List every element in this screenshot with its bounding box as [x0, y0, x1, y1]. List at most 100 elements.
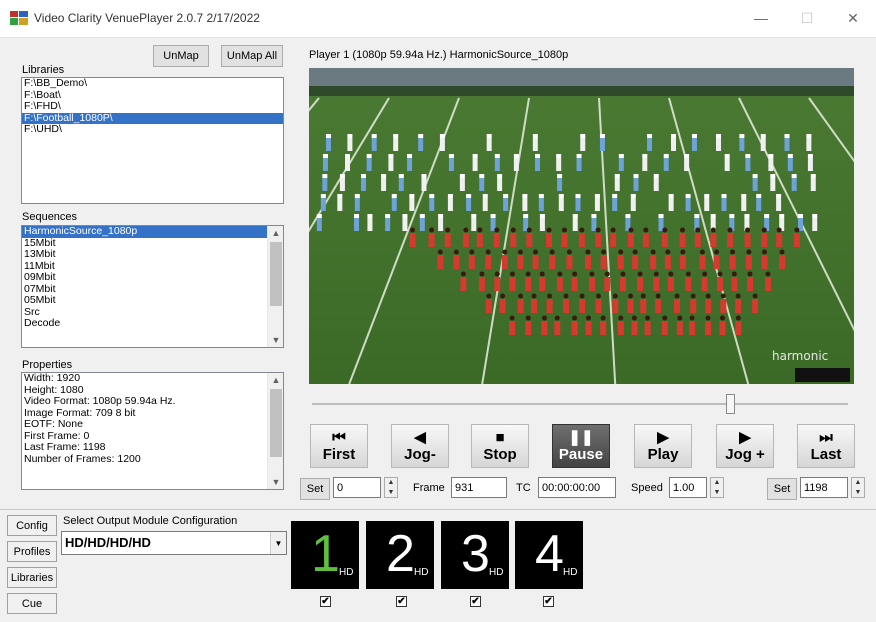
list-item[interactable]: Src	[22, 306, 283, 319]
scroll-down-icon[interactable]: ▼	[268, 333, 283, 347]
libraries-button[interactable]: Libraries	[7, 567, 57, 588]
speed-input[interactable]: 1.00	[669, 477, 707, 498]
cue-button[interactable]: Cue	[7, 593, 57, 614]
close-button[interactable]: ✕	[830, 0, 876, 36]
frame-input[interactable]: 931	[451, 477, 507, 498]
property-row: Width: 1920	[24, 372, 81, 384]
property-row: EOTF: None	[24, 418, 83, 430]
sequences-scrollbar[interactable]: ▲ ▼	[267, 226, 283, 347]
jog-back-button[interactable]: ◀ Jog-	[391, 424, 449, 468]
unmap-button[interactable]: UnMap	[153, 45, 209, 67]
skip-last-icon: ⏭	[819, 428, 833, 446]
position-slider-thumb[interactable]	[726, 394, 736, 414]
last-button[interactable]: ⏭ Last	[797, 424, 855, 468]
chevron-down-icon[interactable]: ▼	[270, 532, 286, 554]
scroll-up-icon[interactable]: ▲	[268, 373, 283, 387]
list-item[interactable]: 13Mbit	[22, 248, 283, 261]
scroll-thumb[interactable]	[270, 389, 282, 457]
window-title: Video Clarity VenuePlayer 2.0.7 2/17/202…	[34, 11, 260, 25]
spin-down-icon[interactable]: ▼	[385, 488, 397, 498]
list-item[interactable]: HarmonicSource_1080p	[22, 226, 267, 238]
list-item[interactable]: 07Mbit	[22, 283, 283, 296]
scroll-thumb[interactable]	[270, 242, 282, 306]
end-frame-stepper[interactable]: ▲ ▼	[851, 477, 865, 498]
play-icon: ▶	[657, 428, 669, 446]
list-item[interactable]: F:\UHD\	[22, 123, 283, 136]
spin-down-icon[interactable]: ▼	[711, 488, 723, 498]
maximize-button[interactable]: ☐	[784, 0, 830, 36]
sequences-label: Sequences	[22, 211, 78, 223]
property-row: Video Format: 1080p 59.94a Hz.	[24, 395, 176, 407]
position-slider-track[interactable]	[312, 403, 848, 405]
list-item[interactable]: 09Mbit	[22, 271, 283, 284]
output-4-checkbox[interactable]: ✔	[543, 596, 554, 607]
set-start-button[interactable]: Set	[300, 478, 330, 500]
first-label: First	[322, 445, 356, 463]
properties-label: Properties	[22, 359, 73, 371]
timecode-input[interactable]: 00:00:00:00	[538, 477, 616, 498]
scroll-up-icon[interactable]: ▲	[268, 226, 283, 240]
list-item[interactable]: 11Mbit	[22, 260, 283, 273]
stop-label: Stop	[483, 445, 517, 463]
pause-button[interactable]: ❚❚ Pause	[552, 424, 610, 468]
output-2-checkbox[interactable]: ✔	[396, 596, 407, 607]
output-tag: HD	[489, 567, 504, 578]
frame-label: Frame	[413, 482, 445, 494]
output-3-checkbox[interactable]: ✔	[470, 596, 481, 607]
end-frame-input[interactable]: 1198	[800, 477, 848, 498]
properties-list: Width: 1920 Height: 1080 Video Format: 1…	[21, 372, 284, 490]
spin-down-icon[interactable]: ▼	[852, 488, 864, 498]
properties-scrollbar[interactable]: ▲ ▼	[267, 373, 283, 489]
output-module-4[interactable]: 4 HD	[515, 521, 583, 589]
output-module-1[interactable]: 1 HD	[291, 521, 359, 589]
jog-forward-label: Jog +	[725, 445, 765, 463]
list-item[interactable]: F:\BB_Demo\	[22, 78, 283, 90]
start-frame-input[interactable]: 0	[333, 477, 381, 498]
list-item[interactable]: 05Mbit	[22, 294, 283, 307]
output-1-checkbox[interactable]: ✔	[320, 596, 331, 607]
libraries-list[interactable]: F:\BB_Demo\ F:\Boat\ F:\FHD\ F:\Football…	[21, 77, 284, 204]
sequences-list[interactable]: HarmonicSource_1080p 15Mbit 13Mbit 11Mbi…	[21, 225, 284, 348]
unmap-all-button[interactable]: UnMap All	[221, 45, 283, 67]
step-back-icon: ◀	[414, 428, 426, 446]
spin-up-icon[interactable]: ▲	[711, 478, 723, 488]
property-row: Number of Frames: 1200	[24, 452, 141, 465]
minimize-button[interactable]: —	[738, 0, 784, 36]
output-config-select[interactable]: HD/HD/HD/HD ▼	[61, 531, 287, 555]
scroll-down-icon[interactable]: ▼	[268, 475, 283, 489]
skip-first-icon: ⏮	[332, 428, 346, 446]
stop-icon: ■	[495, 428, 505, 446]
list-item[interactable]: F:\Boat\	[22, 89, 283, 102]
config-button[interactable]: Config	[7, 515, 57, 536]
jog-forward-button[interactable]: ▶ Jog +	[716, 424, 774, 468]
output-tag: HD	[563, 567, 578, 578]
output-config-value: HD/HD/HD/HD	[65, 535, 151, 550]
set-end-button[interactable]: Set	[767, 478, 797, 500]
video-frame: harmonic	[309, 68, 854, 384]
output-config-label: Select Output Module Configuration	[63, 515, 238, 527]
spin-up-icon[interactable]: ▲	[385, 478, 397, 488]
list-item[interactable]: F:\FHD\	[22, 100, 283, 113]
output-number: 4	[535, 525, 564, 583]
profiles-button[interactable]: Profiles	[7, 541, 57, 562]
pause-icon: ❚❚	[568, 428, 594, 446]
app-logo-icon	[10, 11, 28, 25]
video-image: harmonic	[309, 68, 854, 384]
start-frame-stepper[interactable]: ▲ ▼	[384, 477, 398, 498]
spin-up-icon[interactable]: ▲	[852, 478, 864, 488]
play-button[interactable]: ▶ Play	[634, 424, 692, 468]
speed-stepper[interactable]: ▲ ▼	[710, 477, 724, 498]
output-module-3[interactable]: 3 HD	[441, 521, 509, 589]
stop-button[interactable]: ■ Stop	[471, 424, 529, 468]
output-tag: HD	[414, 567, 429, 578]
output-number: 1	[311, 525, 340, 583]
output-number: 3	[461, 525, 490, 583]
pause-label: Pause	[558, 445, 604, 463]
list-item[interactable]: Decode	[22, 317, 283, 330]
speed-label: Speed	[631, 482, 663, 494]
output-number: 2	[386, 525, 415, 583]
video-watermark: harmonic	[772, 349, 828, 363]
output-module-2[interactable]: 2 HD	[366, 521, 434, 589]
list-item[interactable]: 15Mbit	[22, 237, 283, 250]
first-button[interactable]: ⏮ First	[310, 424, 368, 468]
